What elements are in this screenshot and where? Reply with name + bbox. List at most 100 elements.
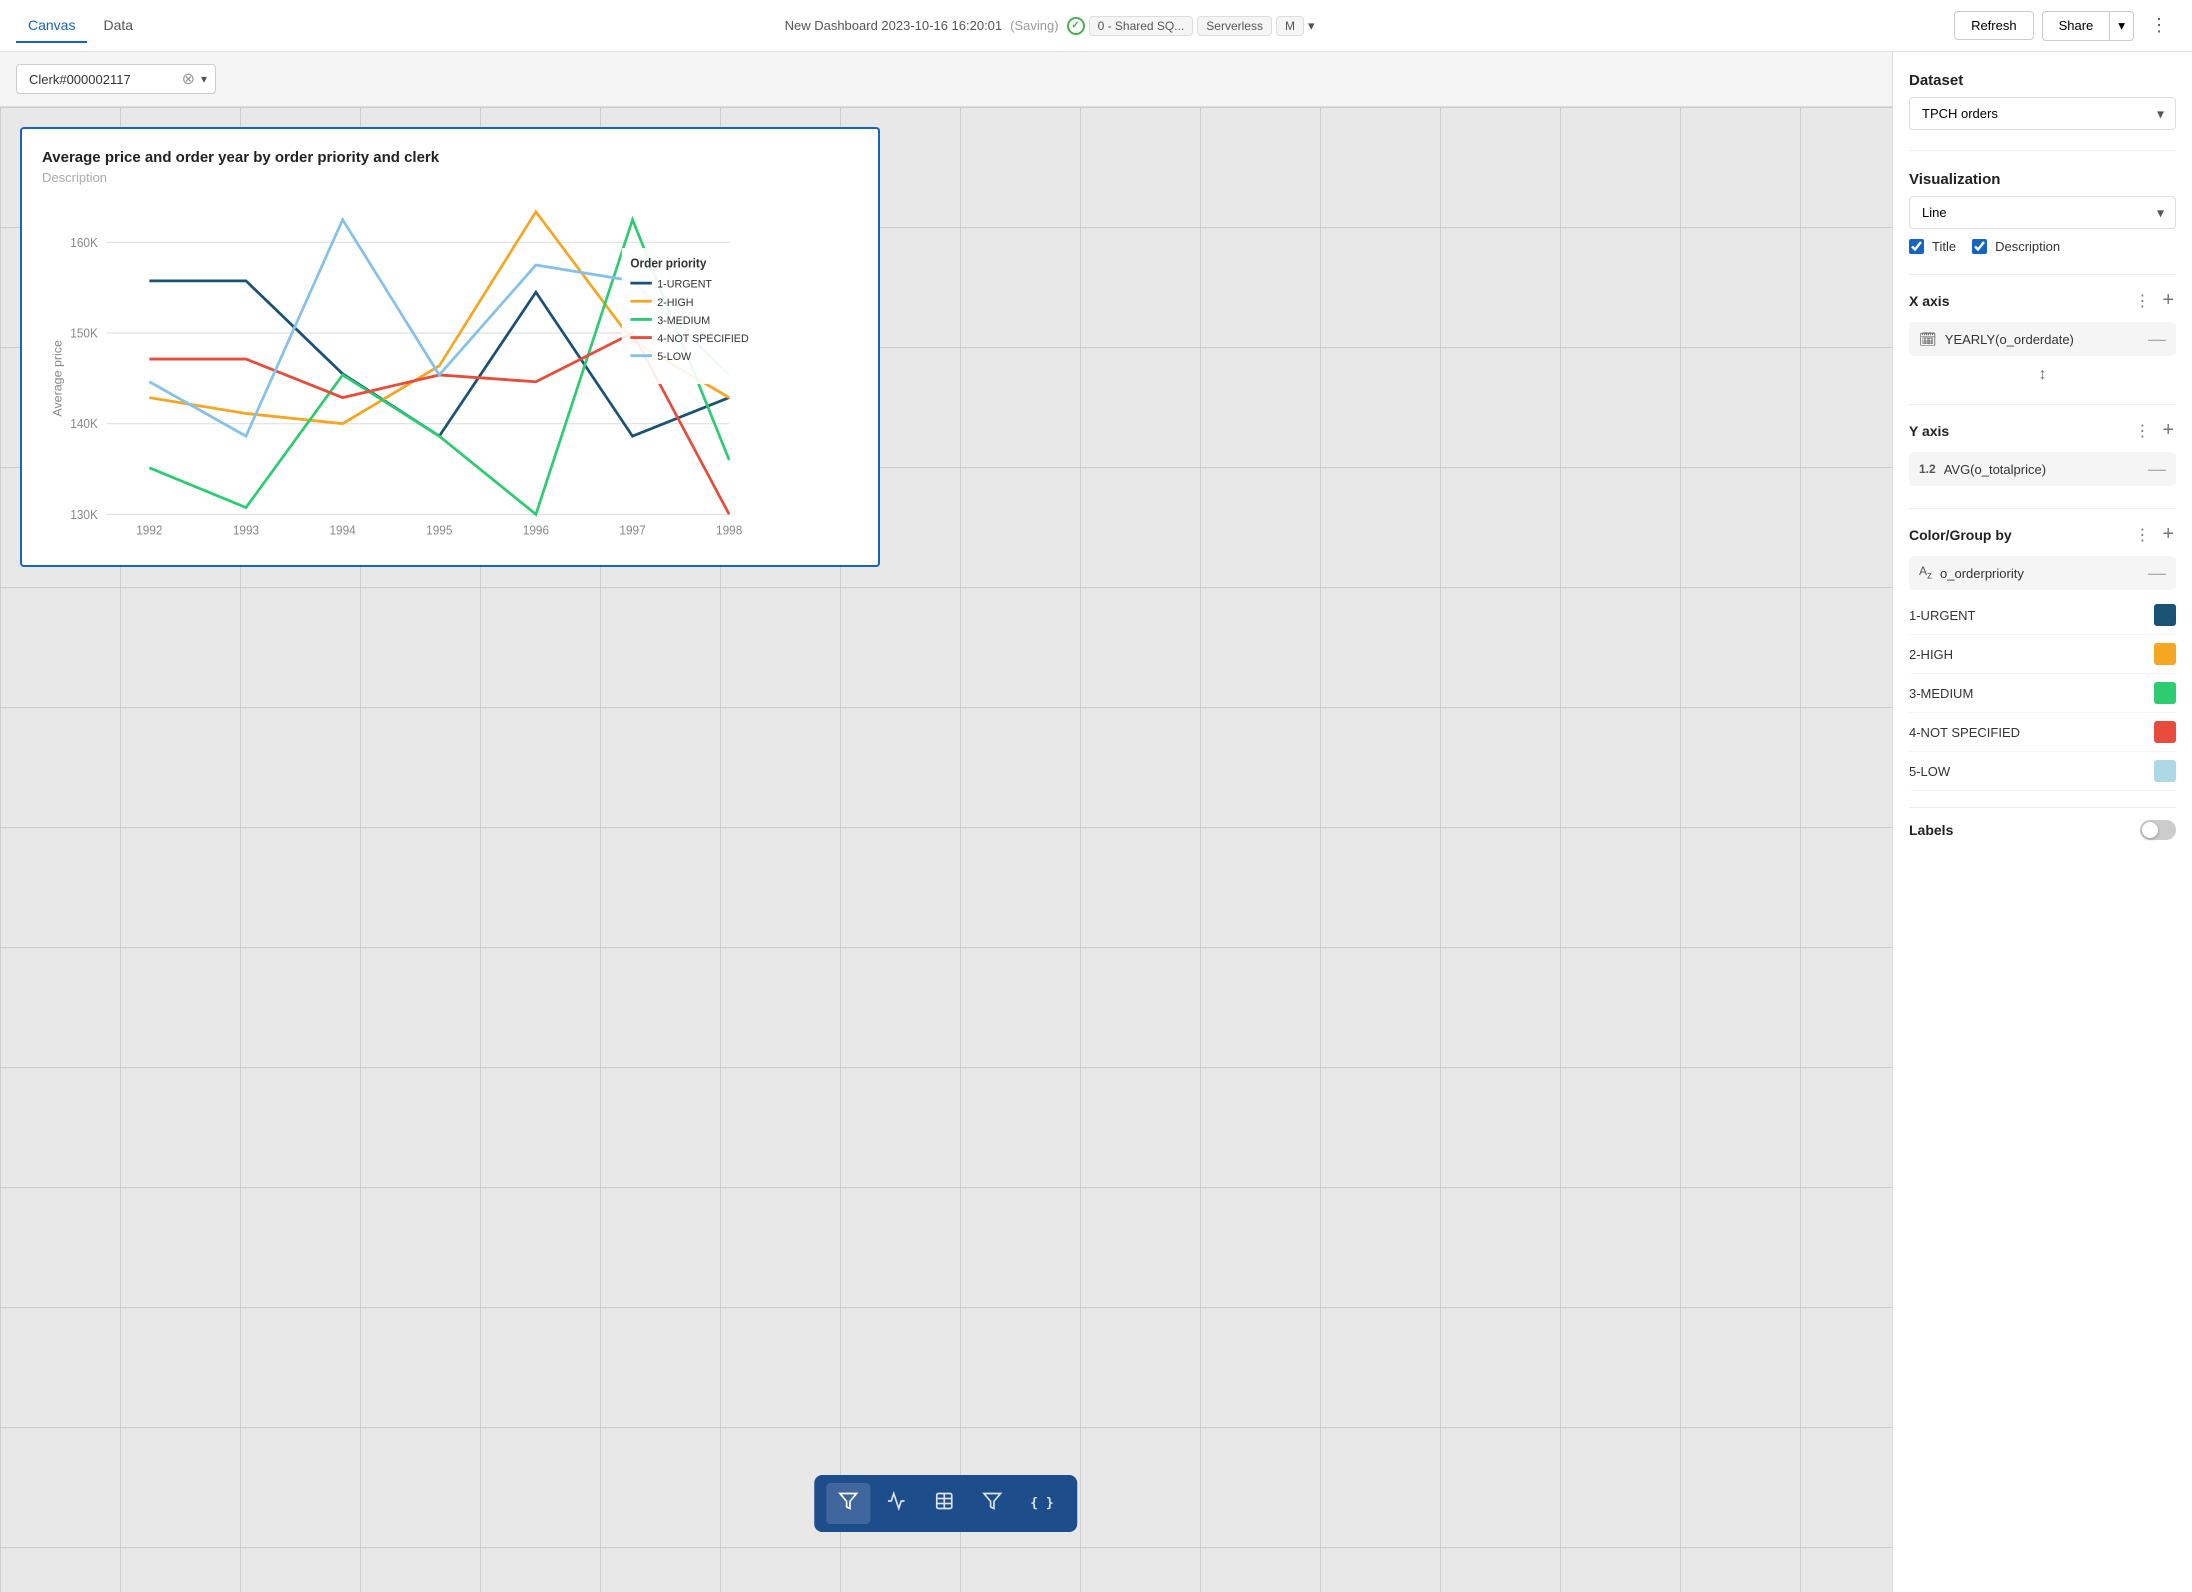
dataset-section: Dataset TPCH orders bbox=[1909, 72, 2176, 130]
x-axis-add-btn[interactable]: + bbox=[2160, 287, 2176, 314]
y-axis-header: Y axis ⋮ + bbox=[1909, 417, 2176, 444]
share-group: Share ▾ bbox=[2042, 11, 2134, 41]
svg-text:160K: 160K bbox=[70, 236, 98, 250]
color-group-add-btn[interactable]: + bbox=[2160, 521, 2176, 548]
tab-canvas[interactable]: Canvas bbox=[16, 9, 87, 43]
chart-svg-container: 160K 150K 140K 130K Average price 1992 1… bbox=[42, 197, 858, 537]
svg-text:1994: 1994 bbox=[330, 523, 356, 537]
tab-data[interactable]: Data bbox=[91, 9, 145, 43]
share-button[interactable]: Share bbox=[2042, 11, 2111, 41]
filter-bar: Clerk#000002117 ⊗ ▾ bbox=[0, 52, 1892, 107]
color-item: 1-URGENT bbox=[1909, 596, 2176, 635]
color-item-label: 3-MEDIUM bbox=[1909, 686, 1973, 701]
title-checkbox[interactable] bbox=[1909, 239, 1924, 254]
x-axis-more-btn[interactable]: ⋮ bbox=[2132, 289, 2152, 313]
svg-text:1992: 1992 bbox=[136, 523, 162, 537]
color-group-section: Color/Group by ⋮ + Az o_orderpriority — … bbox=[1909, 508, 2176, 791]
color-item-label: 2-HIGH bbox=[1909, 647, 1953, 662]
svg-text:150K: 150K bbox=[70, 326, 98, 340]
filter-caret-icon[interactable]: ▾ bbox=[201, 72, 207, 86]
x-axis-header: X axis ⋮ + bbox=[1909, 287, 2176, 314]
share-caret-button[interactable]: ▾ bbox=[2110, 11, 2134, 41]
filter-chip[interactable]: Clerk#000002117 ⊗ ▾ bbox=[16, 64, 216, 94]
title-checkbox-row: Title bbox=[1909, 239, 1956, 254]
y-axis-remove-btn[interactable]: — bbox=[2148, 460, 2166, 478]
x-axis-icons: ⋮ + bbox=[2132, 287, 2176, 314]
dataset-select-wrapper: TPCH orders bbox=[1909, 97, 2176, 130]
chevron-down-icon[interactable]: ▾ bbox=[1308, 18, 1315, 34]
color-group-item: Az o_orderpriority — bbox=[1909, 556, 2176, 590]
canvas-area: Clerk#000002117 ⊗ ▾ Average price and or… bbox=[0, 52, 1892, 1592]
text-icon: Az bbox=[1919, 564, 1932, 581]
calendar-icon: 🗓 bbox=[1919, 331, 1937, 348]
labels-toggle[interactable] bbox=[2140, 820, 2176, 840]
filter-toolbar-btn[interactable] bbox=[826, 1483, 870, 1524]
header-tabs: Canvas Data bbox=[16, 9, 145, 43]
labels-label: Labels bbox=[1909, 822, 1953, 838]
serverless-label: Serverless bbox=[1197, 16, 1272, 36]
filter-chip-value: Clerk#000002117 bbox=[29, 72, 176, 87]
color-item-label: 1-URGENT bbox=[1909, 608, 1975, 623]
color-item: 3-MEDIUM bbox=[1909, 674, 2176, 713]
visualization-select[interactable]: Line bbox=[1909, 196, 2176, 229]
axis-swap[interactable]: ↕ bbox=[1909, 362, 2176, 388]
connection-label: 0 - Shared SQ... bbox=[1089, 16, 1194, 36]
description-checkbox-row: Description bbox=[1972, 239, 2060, 254]
svg-text:2-HIGH: 2-HIGH bbox=[657, 297, 693, 309]
number-icon: 1.2 bbox=[1919, 462, 1936, 476]
svg-text:1993: 1993 bbox=[233, 523, 259, 537]
y-axis-label: Y axis bbox=[1909, 423, 1949, 439]
color-group-more-btn[interactable]: ⋮ bbox=[2132, 523, 2152, 547]
chart-title: Average price and order year by order pr… bbox=[42, 149, 858, 166]
svg-text:5-LOW: 5-LOW bbox=[657, 351, 692, 363]
table-toolbar-btn[interactable] bbox=[922, 1483, 966, 1524]
mode-label[interactable]: M bbox=[1276, 16, 1304, 36]
x-axis-label: X axis bbox=[1909, 293, 1949, 309]
header-center: New Dashboard 2023-10-16 16:20:01 (Savin… bbox=[161, 16, 1938, 36]
divider-1 bbox=[1909, 150, 2176, 151]
visualization-select-wrapper: Line bbox=[1909, 196, 2176, 229]
x-axis-item: 🗓 YEARLY(o_orderdate) — bbox=[1909, 322, 2176, 356]
color-group-remove-btn[interactable]: — bbox=[2148, 564, 2166, 582]
color-item: 5-LOW bbox=[1909, 752, 2176, 791]
description-checkbox-label: Description bbox=[1995, 239, 2060, 254]
header: Canvas Data New Dashboard 2023-10-16 16:… bbox=[0, 0, 2192, 52]
chart-options: Title Description bbox=[1909, 239, 2176, 258]
y-axis-add-btn[interactable]: + bbox=[2160, 417, 2176, 444]
visualization-label: Visualization bbox=[1909, 171, 2176, 188]
svg-text:Average price: Average price bbox=[51, 340, 65, 417]
x-axis-remove-btn[interactable]: — bbox=[2148, 330, 2166, 348]
color-swatch[interactable] bbox=[2154, 682, 2176, 704]
color-group-icons: ⋮ + bbox=[2132, 521, 2176, 548]
svg-text:1997: 1997 bbox=[619, 523, 645, 537]
funnel-toolbar-btn[interactable] bbox=[970, 1483, 1014, 1524]
filter-clear-icon[interactable]: ⊗ bbox=[182, 69, 195, 89]
svg-text:1998: 1998 bbox=[716, 523, 742, 537]
color-swatch[interactable] bbox=[2154, 760, 2176, 782]
more-options-button[interactable]: ⋮ bbox=[2142, 11, 2176, 40]
main-layout: Clerk#000002117 ⊗ ▾ Average price and or… bbox=[0, 52, 2192, 1592]
chart-svg: 160K 150K 140K 130K Average price 1992 1… bbox=[42, 197, 858, 537]
chart-toolbar-btn[interactable] bbox=[874, 1483, 918, 1524]
dataset-label: Dataset bbox=[1909, 72, 2176, 89]
refresh-button[interactable]: Refresh bbox=[1954, 11, 2034, 40]
chart-description: Description bbox=[42, 170, 858, 185]
color-swatch[interactable] bbox=[2154, 721, 2176, 743]
color-swatch[interactable] bbox=[2154, 643, 2176, 665]
code-toolbar-btn[interactable]: { } bbox=[1018, 1483, 1065, 1524]
svg-text:Order priority: Order priority bbox=[630, 256, 706, 270]
y-axis-icons: ⋮ + bbox=[2132, 417, 2176, 444]
dataset-select[interactable]: TPCH orders bbox=[1909, 97, 2176, 130]
color-group-label: Color/Group by bbox=[1909, 527, 2012, 543]
color-swatch[interactable] bbox=[2154, 604, 2176, 626]
x-axis-section: X axis ⋮ + 🗓 YEARLY(o_orderdate) — ↕ bbox=[1909, 274, 2176, 388]
y-axis-more-btn[interactable]: ⋮ bbox=[2132, 419, 2152, 443]
x-axis-field: YEARLY(o_orderdate) bbox=[1945, 332, 2140, 347]
description-checkbox[interactable] bbox=[1972, 239, 1987, 254]
color-group-header: Color/Group by ⋮ + bbox=[1909, 521, 2176, 548]
y-axis-field: AVG(o_totalprice) bbox=[1944, 462, 2140, 477]
svg-text:130K: 130K bbox=[70, 508, 98, 522]
color-items-container: 1-URGENT 2-HIGH 3-MEDIUM 4-NOT SPECIFIED… bbox=[1909, 596, 2176, 791]
y-axis-item: 1.2 AVG(o_totalprice) — bbox=[1909, 452, 2176, 486]
right-panel: Dataset TPCH orders Visualization Line T… bbox=[1892, 52, 2192, 1592]
